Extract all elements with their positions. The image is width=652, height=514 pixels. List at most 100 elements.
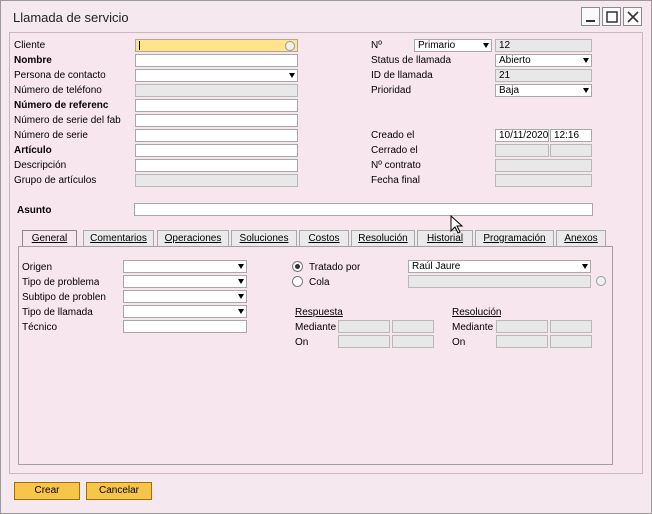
series-select[interactable]: Primario: [414, 39, 492, 52]
minimize-button[interactable]: [581, 7, 600, 26]
queue-field: [408, 275, 591, 288]
item-label: Artículo: [14, 145, 52, 156]
handled-by-radio[interactable]: [292, 261, 303, 272]
maximize-button[interactable]: [602, 7, 621, 26]
dropdown-arrow-icon: [289, 73, 295, 78]
dropdown-arrow-icon: [483, 43, 489, 48]
problem-subtype-select[interactable]: [123, 290, 247, 303]
dropdown-arrow-icon: [583, 58, 589, 63]
tab-solutions[interactable]: Soluciones: [231, 230, 297, 247]
queue-label: Cola: [309, 277, 330, 288]
resolution-via-date: [496, 320, 548, 333]
reference-number-label: Número de referenc: [14, 100, 109, 111]
customer-label: Cliente: [14, 40, 46, 51]
call-id-label: ID de llamada: [371, 70, 433, 81]
created-time-field[interactable]: 12:16: [550, 129, 592, 142]
subject-field[interactable]: [134, 203, 593, 216]
name-field[interactable]: [135, 54, 298, 67]
call-type-select[interactable]: [123, 305, 247, 318]
status-label: Status de llamada: [371, 55, 452, 66]
response-on-time: [392, 335, 434, 348]
choose-from-list-icon[interactable]: [285, 41, 295, 51]
call-id-field: 21: [495, 69, 592, 82]
problem-type-select[interactable]: [123, 275, 247, 288]
response-via-date: [338, 320, 390, 333]
dropdown-arrow-icon: [238, 309, 244, 314]
priority-select[interactable]: Baja: [495, 84, 592, 97]
problem-type-label: Tipo de problema: [22, 277, 100, 288]
phone-field: [135, 84, 298, 97]
closed-on-label: Cerrado el: [371, 145, 418, 156]
reference-number-field[interactable]: [135, 99, 298, 112]
call-type-label: Tipo de llamada: [22, 307, 93, 318]
response-on-label: On: [295, 337, 309, 348]
response-via-label: Mediante: [295, 322, 337, 333]
status-select[interactable]: Abierto: [495, 54, 592, 67]
end-date-label: Fecha final: [371, 175, 420, 186]
manufacturer-serial-label: Número de serie del fab: [14, 115, 121, 126]
customer-field[interactable]: [135, 39, 298, 52]
close-icon: [627, 11, 639, 23]
response-heading: Respuesta: [295, 307, 343, 318]
resolution-heading: Resolución: [452, 307, 502, 318]
cancel-button[interactable]: Cancelar: [86, 482, 152, 500]
dropdown-arrow-icon: [583, 88, 589, 93]
window-title: Llamada de servicio: [13, 10, 129, 25]
number-field: 12: [495, 39, 592, 52]
tab-attachments[interactable]: Anexos: [556, 230, 606, 247]
closed-time-field: [550, 144, 592, 157]
maximize-icon: [606, 11, 618, 23]
end-date-field: [495, 174, 592, 187]
manufacturer-serial-field[interactable]: [135, 114, 298, 127]
closed-date-field: [495, 144, 549, 157]
mouse-pointer-icon: [450, 215, 464, 234]
radio-selected-icon: [295, 264, 300, 269]
name-label: Nombre: [14, 55, 52, 66]
resolution-via-label: Mediante: [452, 322, 494, 333]
tab-history[interactable]: Historial: [417, 230, 473, 247]
priority-value: Baja: [499, 85, 520, 96]
serial-number-field[interactable]: [135, 129, 298, 142]
phone-label: Número de teléfono: [14, 85, 102, 96]
dropdown-arrow-icon: [582, 264, 588, 269]
tab-scheduling[interactable]: Programación: [475, 230, 554, 247]
origin-select[interactable]: [123, 260, 247, 273]
technician-label: Técnico: [22, 322, 58, 333]
subject-label: Asunto: [17, 205, 52, 216]
text-caret: [139, 41, 140, 50]
description-label: Descripción: [14, 160, 67, 171]
minimize-icon: [586, 20, 595, 22]
create-button[interactable]: Crear: [14, 482, 80, 500]
created-on-label: Creado el: [371, 130, 415, 141]
resolution-via-time: [550, 320, 592, 333]
dropdown-arrow-icon: [238, 294, 244, 299]
resolution-on-time: [550, 335, 592, 348]
priority-label: Prioridad: [371, 85, 412, 96]
contact-person-label: Persona de contacto: [14, 70, 106, 81]
technician-field[interactable]: [123, 320, 247, 333]
choose-from-list-icon: [596, 276, 606, 286]
dropdown-arrow-icon: [238, 279, 244, 284]
number-label: Nº: [371, 40, 382, 51]
tab-resolution[interactable]: Resolución: [351, 230, 415, 247]
contact-person-select[interactable]: [135, 69, 298, 82]
tab-operations[interactable]: Operaciones: [157, 230, 229, 247]
description-field[interactable]: [135, 159, 298, 172]
serial-number-label: Número de serie: [14, 130, 88, 141]
close-button[interactable]: [623, 7, 642, 26]
tab-comments[interactable]: Comentarios: [83, 230, 154, 247]
contract-number-label: Nº contrato: [371, 160, 421, 171]
item-field[interactable]: [135, 144, 298, 157]
handled-by-label: Tratado por: [309, 262, 361, 273]
created-date-field[interactable]: 10/11/2020: [495, 129, 549, 142]
queue-radio[interactable]: [292, 276, 303, 287]
handled-by-select[interactable]: Raúl Jaure: [408, 260, 591, 273]
resolution-on-date: [496, 335, 548, 348]
service-call-window: Llamada de servicio Cliente Nombre Perso…: [0, 0, 652, 514]
status-value: Abierto: [499, 55, 531, 66]
response-via-time: [392, 320, 434, 333]
contract-number-field: [495, 159, 592, 172]
series-value: Primario: [418, 40, 456, 51]
tab-costs[interactable]: Costos: [299, 230, 349, 247]
title-bar[interactable]: Llamada de servicio: [1, 1, 651, 31]
